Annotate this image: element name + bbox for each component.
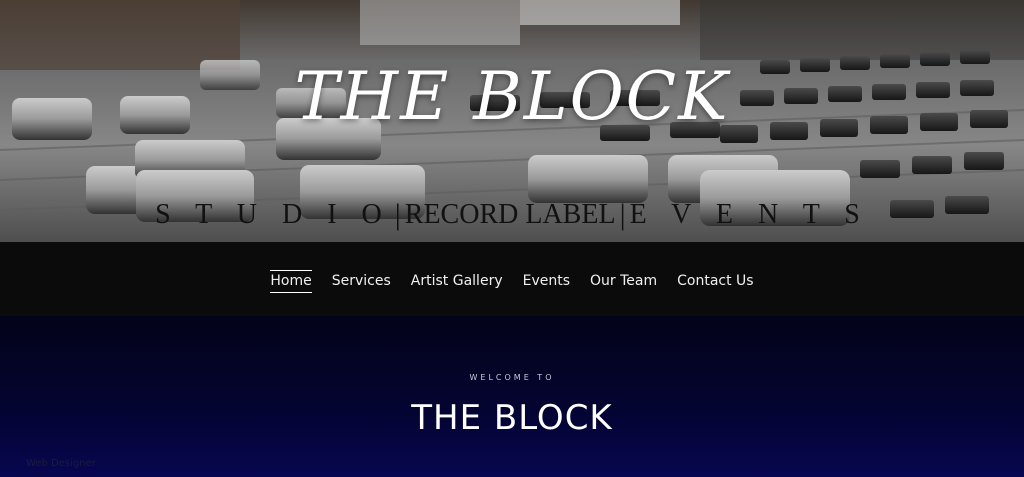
tagline-separator: |	[394, 198, 401, 231]
tagline-studio: S T U D I O	[155, 199, 391, 230]
welcome-title: THE BLOCK	[411, 398, 613, 438]
nav-item-events[interactable]: Events	[523, 273, 570, 292]
nav-item-home[interactable]: Home	[270, 269, 312, 293]
welcome-kicker: WELCOME TO	[469, 373, 555, 382]
nav-item-contact-us[interactable]: Contact Us	[677, 273, 753, 292]
footer-credit: Web Designer	[26, 458, 96, 469]
tagline: S T U D I O | RECORD LABEL | E V E N T S	[0, 198, 1024, 232]
nav-list: Home Services Artist Gallery Events Our …	[270, 269, 754, 293]
main-navigation: Home Services Artist Gallery Events Our …	[0, 242, 1024, 316]
nav-item-services[interactable]: Services	[332, 273, 391, 292]
nav-item-our-team[interactable]: Our Team	[590, 273, 657, 292]
tagline-events: E V E N T S	[629, 199, 869, 230]
nav-item-artist-gallery[interactable]: Artist Gallery	[411, 273, 503, 292]
tagline-record-label: RECORD LABEL	[404, 199, 616, 230]
hero-banner: THE BLOCK S T U D I O | RECORD LABEL | E…	[0, 0, 1024, 242]
welcome-section: WELCOME TO THE BLOCK	[0, 316, 1024, 477]
site-title: THE BLOCK	[294, 58, 730, 135]
tagline-separator: |	[619, 198, 626, 231]
